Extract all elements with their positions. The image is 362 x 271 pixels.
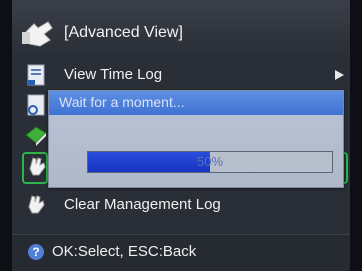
- footer-hint-text: OK:Select, ESC:Back: [52, 243, 197, 260]
- progress-label: 50%: [196, 154, 224, 169]
- menu-item-clear-management-log[interactable]: Clear Management Log: [12, 190, 350, 220]
- dialog-header: Wait for a moment...: [49, 91, 343, 115]
- menu-item-label: View Time Log: [64, 66, 163, 83]
- chevron-right-icon: [335, 70, 344, 80]
- hand-icon: [28, 195, 45, 214]
- hand-icon: [29, 157, 46, 176]
- right-bezel: [350, 0, 362, 271]
- page-title: [Advanced View]: [64, 24, 183, 41]
- document-magnifier-icon: [27, 94, 45, 116]
- document-icon: [27, 64, 45, 86]
- dialog-message: Wait for a moment...: [59, 94, 185, 110]
- progress-dialog: Wait for a moment... 50%: [48, 90, 344, 188]
- left-bezel: [0, 0, 12, 271]
- progress-bar: 50%: [87, 151, 333, 173]
- footer-hint-bar: ? OK:Select, ESC:Back: [12, 234, 350, 271]
- title-bar: [Advanced View]: [12, 0, 350, 56]
- menu-item-view-time-log[interactable]: View Time Log: [12, 60, 350, 90]
- device-screen: [Advanced View] View Time Log Clear Mana…: [12, 0, 350, 271]
- menu-item-label: Clear Management Log: [64, 196, 221, 213]
- info-icon: ?: [28, 244, 44, 260]
- pointing-hand-icon: [22, 21, 53, 47]
- green-book-icon: [25, 126, 47, 146]
